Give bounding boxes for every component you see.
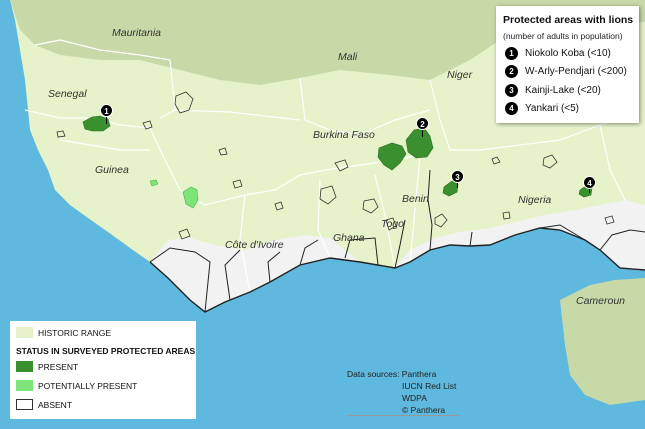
absent-label: ABSENT xyxy=(38,400,73,410)
country-label-benin: Benin xyxy=(402,193,429,205)
absent-swatch xyxy=(16,399,33,410)
lion-areas-legend: Protected areas with lions (number of ad… xyxy=(496,6,639,123)
data-sources: Data sources: Panthera IUCN Red List WDP… xyxy=(347,368,456,416)
map-stage: Mauritania Mali Niger Senegal Guinea Bur… xyxy=(0,0,645,429)
status-legend-heading: STATUS IN SURVEYED PROTECTED AREAS xyxy=(16,346,196,356)
country-label-cote-divoire: Côte d'Ivoire xyxy=(225,239,284,251)
lion-areas-legend-subtitle: (number of adults in population) xyxy=(503,31,623,41)
present-swatch xyxy=(16,361,33,372)
lion-area-label: Yankari (<5) xyxy=(525,103,580,114)
country-label-guinea: Guinea xyxy=(95,164,129,176)
area-marker-1[interactable]: 1 xyxy=(100,104,113,117)
present-label: PRESENT xyxy=(38,362,79,372)
country-label-senegal: Senegal xyxy=(48,88,87,100)
country-label-burkina-faso: Burkina Faso xyxy=(313,129,375,141)
lion-area-label: W-Arly-Pendjari (<200) xyxy=(525,66,627,77)
area-marker-2[interactable]: 2 xyxy=(416,117,429,130)
country-label-niger: Niger xyxy=(447,69,473,81)
data-source-line: IUCN Red List xyxy=(402,381,457,391)
data-source-line: WDPA xyxy=(402,393,427,403)
country-label-ghana: Ghana xyxy=(333,232,365,244)
country-label-mauritania: Mauritania xyxy=(112,27,162,39)
number-badge: 2 xyxy=(505,65,518,78)
potentially-present-label: POTENTIALLY PRESENT xyxy=(38,381,138,391)
country-label-mali: Mali xyxy=(338,51,358,63)
status-legend: HISTORIC RANGE STATUS IN SURVEYED PROTEC… xyxy=(10,321,196,419)
lion-area-label: Kainji-Lake (<20) xyxy=(525,85,601,96)
number-badge: 1 xyxy=(505,47,518,60)
number-badge: 3 xyxy=(505,84,518,97)
country-label-togo: Togo xyxy=(381,218,404,230)
country-label-nigeria: Nigeria xyxy=(518,194,552,206)
historic-range-swatch xyxy=(16,327,33,338)
historic-range-label: HISTORIC RANGE xyxy=(38,328,112,338)
area-marker-3[interactable]: 3 xyxy=(451,170,464,183)
data-sources-label: Data sources: Panthera xyxy=(347,369,437,379)
lion-area-label: Niokolo Koba (<10) xyxy=(525,48,611,59)
potentially-present-swatch xyxy=(16,380,33,391)
lion-areas-legend-title: Protected areas with lions xyxy=(503,14,634,26)
scale-rule xyxy=(347,415,459,416)
country-label-cameroun: Cameroun xyxy=(576,295,626,307)
area-marker-4[interactable]: 4 xyxy=(583,176,596,189)
number-badge: 4 xyxy=(505,102,518,115)
